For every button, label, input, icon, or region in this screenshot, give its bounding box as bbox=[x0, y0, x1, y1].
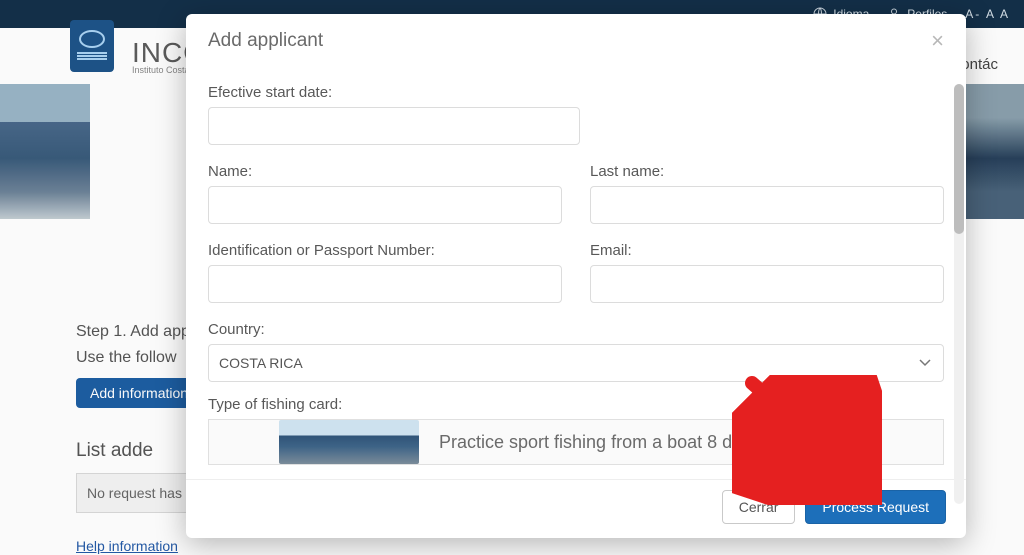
modal-body: Efective start date: Name: Last name: Id… bbox=[186, 66, 966, 479]
close-button[interactable]: Cerrar bbox=[722, 490, 796, 524]
add-applicant-modal: Add applicant × Efective start date: Nam… bbox=[186, 14, 966, 538]
start-date-label: Efective start date: bbox=[208, 84, 580, 101]
last-name-label: Last name: bbox=[590, 163, 944, 180]
id-passport-label: Identification or Passport Number: bbox=[208, 242, 562, 259]
country-label: Country: bbox=[208, 321, 944, 338]
modal-footer: Cerrar Process Request bbox=[186, 479, 966, 538]
country-select[interactable]: COSTA RICA bbox=[208, 344, 944, 382]
card-thumbnail bbox=[279, 420, 419, 464]
logo bbox=[70, 20, 114, 72]
name-input[interactable] bbox=[208, 186, 562, 224]
close-icon[interactable]: × bbox=[931, 30, 944, 52]
process-request-button[interactable]: Process Request bbox=[805, 490, 946, 524]
email-label: Email: bbox=[590, 242, 944, 259]
last-name-input[interactable] bbox=[590, 186, 944, 224]
email-input[interactable] bbox=[590, 265, 944, 303]
id-passport-input[interactable] bbox=[208, 265, 562, 303]
fishing-card-option[interactable]: Practice sport fishing from a boat 8 day… bbox=[208, 419, 944, 465]
card-type-label: Type of fishing card: bbox=[208, 396, 944, 413]
modal-title: Add applicant bbox=[208, 30, 323, 52]
card-option-label: Practice sport fishing from a boat 8 day… bbox=[439, 432, 760, 453]
name-label: Name: bbox=[208, 163, 562, 180]
start-date-input[interactable] bbox=[208, 107, 580, 145]
